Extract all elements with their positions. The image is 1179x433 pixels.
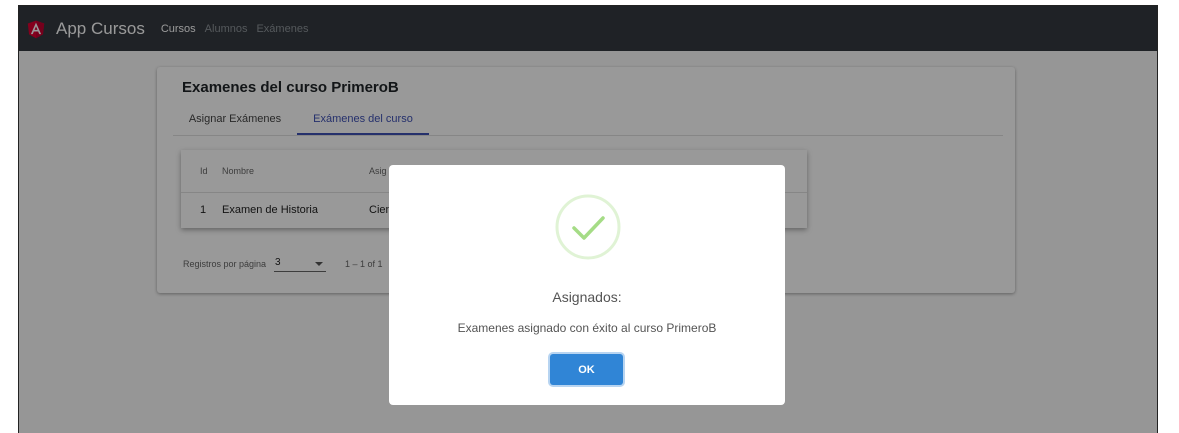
dialog-title: Asignados:: [552, 289, 622, 305]
success-dialog: Asignados: Examenes asignado con éxito a…: [389, 165, 785, 405]
ok-button[interactable]: OK: [550, 354, 623, 385]
app-frame: App Cursos Cursos Alumnos Exámenes Exame…: [18, 5, 1158, 433]
success-check-icon: [555, 194, 621, 260]
dialog-message: Examenes asignado con éxito al curso Pri…: [457, 321, 717, 335]
